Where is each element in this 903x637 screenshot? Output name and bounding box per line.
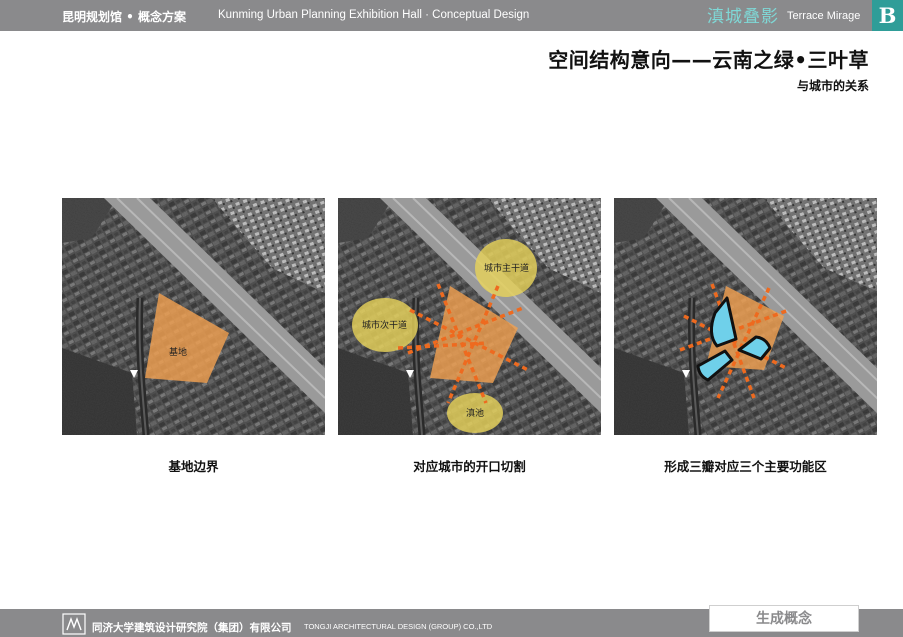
aerial-panel-site-boundary: 基地: [62, 198, 325, 435]
main-road-label: 城市主干道: [484, 262, 529, 274]
page-title: 空间结构意向——云南之绿•三叶草: [548, 48, 869, 72]
project-name-cn: 昆明规划馆 • 概念方案: [62, 10, 187, 24]
aerial-panel-city-openings: 城市主干道 城市次干道 滇池: [338, 198, 601, 435]
lake-label: 滇池: [466, 407, 484, 419]
aerial-panel-three-petals: [614, 198, 877, 435]
project-name-en: Kunming Urban Planning Exhibition Hall ·…: [218, 9, 530, 21]
caption-site-boundary: 基地边界: [168, 459, 219, 474]
caption-city-openings: 对应城市的开口切割: [413, 459, 526, 474]
secondary-road-label: 城市次干道: [362, 319, 407, 331]
brand-name-cn: 滇城叠影: [707, 7, 779, 27]
page-subtitle: 与城市的关系: [796, 79, 869, 93]
company-logo-icon: [62, 613, 86, 635]
caption-three-petals: 形成三瓣对应三个主要功能区: [664, 459, 827, 474]
brand-name-en: Terrace Mirage: [787, 10, 861, 22]
company-name-en: TONGJI ARCHITECTURAL DESIGN (GROUP) CO.,…: [304, 622, 493, 631]
section-label: 生成概念: [709, 605, 859, 632]
company-name-cn: 同济大学建筑设计研究院（集团）有限公司: [92, 622, 292, 634]
section-letter-badge: B: [872, 0, 903, 31]
site-label: 基地: [169, 346, 187, 358]
